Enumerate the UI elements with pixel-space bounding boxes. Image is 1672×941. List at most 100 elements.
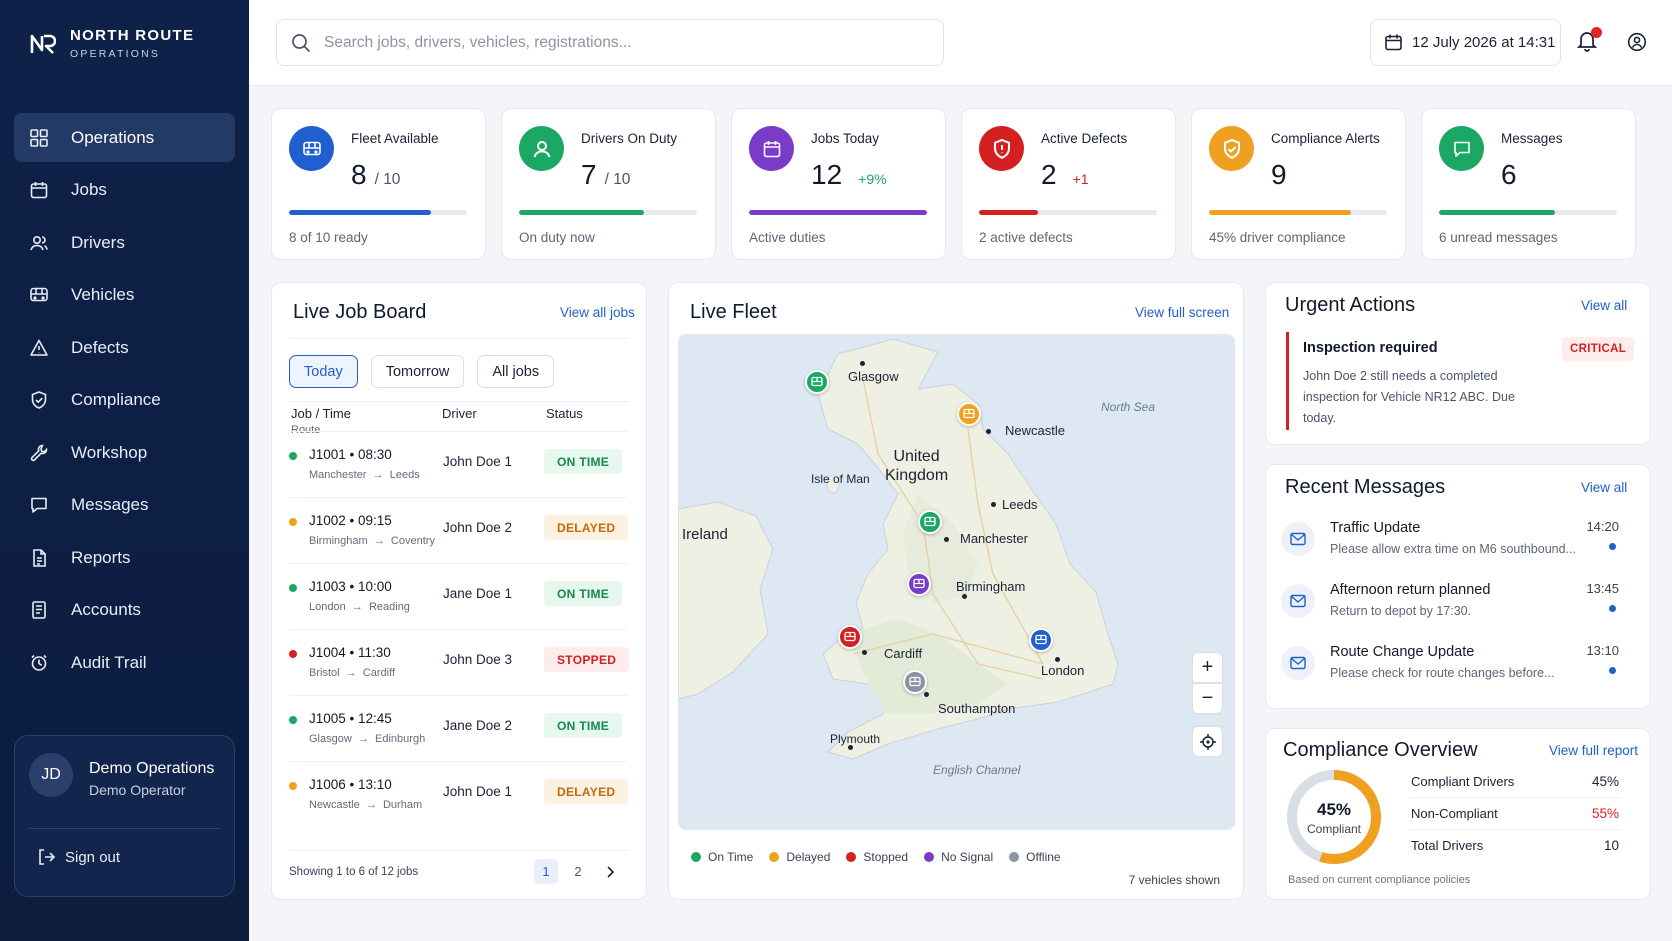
donut-label: 45% Compliant [1284, 800, 1384, 836]
kpi-progress-fill [289, 210, 432, 215]
vehicle-pin-ontime[interactable] [918, 510, 942, 534]
status-dot [289, 518, 297, 526]
kpi-card-jobs-today[interactable]: Jobs Today 12 +9% Active duties [731, 108, 946, 260]
avatar[interactable]: JD [29, 753, 73, 797]
pagination-summary: Showing 1 to 6 of 12 jobs [289, 866, 419, 878]
divider [289, 338, 629, 339]
job-route: Glasgow → Edinburgh [309, 733, 426, 745]
sidebar-item-label: Audit Trail [71, 652, 147, 672]
table-row[interactable]: J1003 • 10:00 London → Reading Jane Doe … [289, 563, 628, 629]
kpi-card-messages[interactable]: Messages 6 6 unread messages [1421, 108, 1636, 260]
table-row[interactable]: J1002 • 09:15 Birmingham → Coventry John… [289, 497, 629, 563]
channel-label: English Channel [933, 763, 1021, 777]
kpi-card-compliance-alerts[interactable]: Compliance Alerts 9 45% driver complianc… [1191, 108, 1406, 260]
table-row[interactable]: J1001 • 08:30 Manchester → Leeds John Do… [289, 431, 628, 497]
page-1-button[interactable]: 1 [534, 859, 558, 884]
vehicle-pin-moving[interactable] [1029, 628, 1053, 652]
kpi-note: 45% driver compliance [1209, 230, 1346, 245]
messages-view-all-link[interactable]: View all [1581, 480, 1627, 495]
recent-messages-panel: Recent Messages View all Traffic Update … [1265, 464, 1651, 709]
sidebar-item-jobs[interactable]: Jobs [14, 166, 235, 215]
brand-subtitle: OPERATIONS [70, 48, 161, 60]
chat-icon [1439, 126, 1484, 171]
sidebar-item-compliance[interactable]: Compliance [14, 376, 235, 425]
tab-today[interactable]: Today [289, 355, 358, 388]
table-row[interactable]: J1004 • 11:30 Bristol → Cardiff John Doe… [289, 629, 630, 695]
divider [289, 850, 629, 851]
users-icon [28, 232, 50, 254]
job-driver: Jane Doe 2 [443, 718, 513, 733]
kpi-note: 8 of 10 ready [289, 230, 368, 245]
kpi-progress-fill [1209, 210, 1352, 215]
page-2-button[interactable]: 2 [566, 859, 590, 884]
view-all-jobs-link[interactable]: View all jobs [560, 305, 635, 320]
kpi-value: 7 [581, 159, 597, 190]
kpi-label: Drivers On Duty [581, 131, 678, 146]
route-from: Bristol [309, 667, 340, 679]
sidebar-item-workshop[interactable]: Workshop [14, 428, 235, 477]
urgent-item[interactable]: Inspection required CRITICAL John Doe 2 … [1286, 332, 1635, 430]
country-label-line2: Kingdom [885, 467, 949, 484]
sidebar-item-reports[interactable]: Reports [14, 533, 235, 582]
zoom-in-button[interactable]: + [1192, 652, 1223, 683]
sign-out-button[interactable]: Sign out [37, 848, 120, 866]
sidebar-item-operations[interactable]: Operations [14, 113, 235, 162]
view-full-report-link[interactable]: View full report [1549, 743, 1638, 758]
search-input[interactable] [324, 33, 884, 52]
sidebar-item-label: Operations [71, 127, 155, 147]
message-item[interactable]: Traffic Update Please allow extra time o… [1281, 516, 1621, 574]
message-item[interactable]: Afternoon return planned Return to depot… [1281, 578, 1621, 636]
sidebar-item-defects[interactable]: Defects [14, 323, 235, 372]
bus-icon [28, 284, 50, 306]
brand[interactable]: NORTH ROUTE OPERATIONS [30, 27, 194, 60]
compliance-row: Total Drivers 10 [1409, 831, 1621, 862]
search-box[interactable] [276, 19, 944, 66]
sidebar-item-messages[interactable]: Messages [14, 481, 235, 530]
urgent-item-title: Inspection required [1303, 340, 1438, 356]
fleet-map[interactable]: North Sea United Kingdom Ireland Isle of … [678, 334, 1235, 830]
brand-name: NORTH ROUTE [70, 27, 195, 44]
message-title: Afternoon return planned [1330, 582, 1491, 598]
message-item[interactable]: Route Change Update Please check for rou… [1281, 640, 1621, 698]
table-row[interactable]: J1006 • 13:10 Newcastle → Durham John Do… [289, 761, 629, 827]
next-page-button[interactable] [598, 859, 622, 884]
sidebar-item-audit-trail[interactable]: Audit Trail [14, 638, 235, 687]
message-snippet: Please check for route changes before... [1330, 666, 1555, 680]
vehicle-pin-delayed[interactable] [957, 402, 981, 426]
crosshair-icon [1199, 733, 1216, 750]
zoom-out-button[interactable]: − [1192, 683, 1223, 714]
date-picker[interactable]: 12 July 2026 at 14:31 [1370, 19, 1561, 66]
locate-button[interactable] [1192, 726, 1223, 757]
route-to: Cardiff [362, 667, 395, 679]
view-full-screen-link[interactable]: View full screen [1135, 305, 1229, 320]
kpi-card-drivers-on-duty[interactable]: Drivers On Duty 7 / 10 On duty now [501, 108, 716, 260]
job-id: J1005 [309, 711, 346, 726]
account-icon[interactable] [1627, 32, 1647, 52]
vehicle-pin-stopped[interactable] [838, 625, 862, 649]
sidebar-item-label: Vehicles [71, 285, 135, 304]
sidebar-item-accounts[interactable]: Accounts [14, 586, 235, 635]
sidebar-item-drivers[interactable]: Drivers [14, 218, 235, 267]
fleet-legend: On Time Delayed Stopped No Signal Offline [691, 850, 1061, 864]
sidebar-item-vehicles[interactable]: Vehicles [14, 271, 235, 320]
kpi-card-fleet-available[interactable]: Fleet Available 8 / 10 8 of 10 ready [271, 108, 486, 260]
vehicle-pin-nosignal[interactable] [907, 572, 931, 596]
job-board-title: Live Job Board [293, 301, 427, 323]
compliance-row-value: 55% [1591, 806, 1619, 821]
divider [289, 401, 629, 402]
table-row[interactable]: J1005 • 12:45 Glasgow → Edinburgh Jane D… [289, 695, 628, 761]
vehicle-pin-ontime[interactable] [805, 370, 829, 394]
tab-all-jobs[interactable]: All jobs [477, 355, 555, 388]
kpi-card-active-defects[interactable]: Active Defects 2 +1 2 active defects [961, 108, 1176, 260]
vehicle-pin-offline[interactable] [903, 670, 927, 694]
status-badge: ON TIME [544, 713, 623, 738]
kpi-progress-bar [749, 210, 927, 215]
job-id-time: J1001 • 08:30 [309, 447, 392, 462]
urgent-view-all-link[interactable]: View all [1581, 298, 1627, 313]
route-from: Birmingham [309, 535, 368, 547]
kpi-value: 9 [1271, 159, 1287, 190]
user-role: Demo Operator [89, 782, 186, 798]
tab-tomorrow[interactable]: Tomorrow [370, 355, 465, 388]
calendar-icon [1385, 34, 1402, 51]
user-card: JD Demo Operations Demo Operator Sign ou… [14, 735, 235, 897]
